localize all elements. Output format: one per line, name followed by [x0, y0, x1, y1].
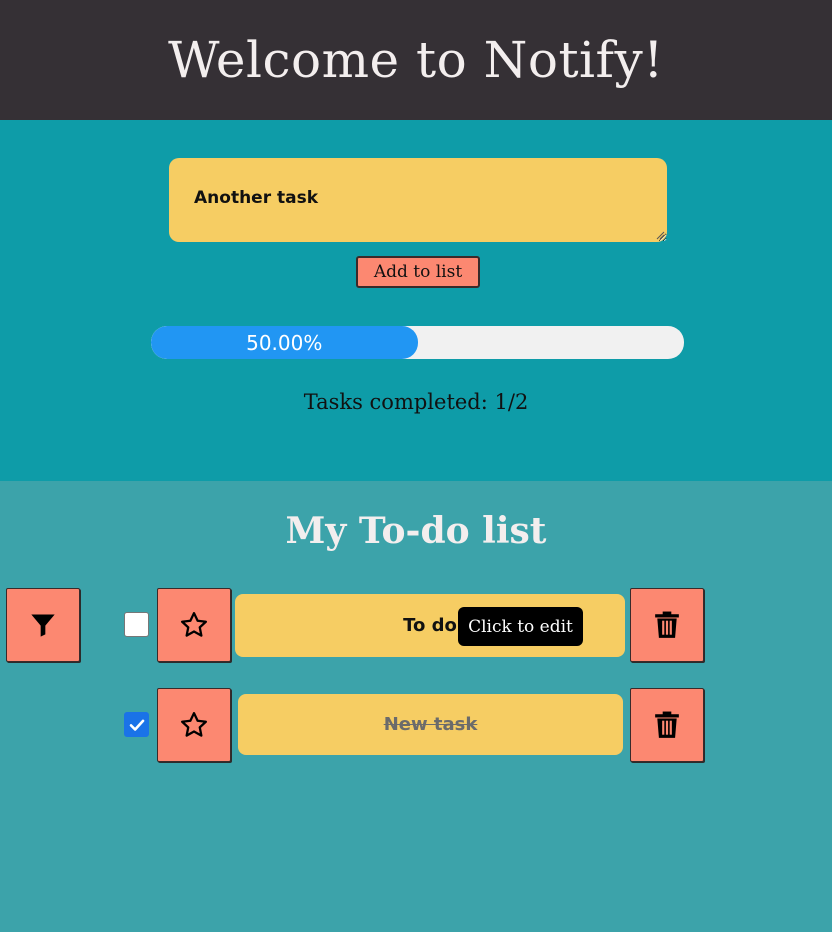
delete-button[interactable] [630, 588, 704, 662]
progress-fill: 50.00% [151, 326, 418, 359]
task-input[interactable] [169, 158, 667, 242]
star-button[interactable] [157, 688, 231, 762]
trash-icon [655, 711, 679, 738]
edit-tooltip: Click to edit [458, 607, 583, 646]
delete-button[interactable] [630, 688, 704, 762]
task-label[interactable]: New task [238, 694, 623, 755]
task-label-text: To do [403, 615, 457, 636]
progress-bar: 50.00% [151, 326, 684, 359]
star-button[interactable] [157, 588, 231, 662]
filter-button[interactable] [6, 588, 80, 662]
task-label-text: New task [383, 714, 478, 735]
app-header: Welcome to Notify! [0, 0, 832, 120]
trash-icon [655, 611, 679, 638]
star-icon [181, 612, 207, 637]
star-icon [181, 712, 207, 737]
filter-icon [31, 614, 55, 637]
tasks-completed-text: Tasks completed: 1/2 [303, 390, 529, 414]
task-checkbox[interactable] [124, 612, 149, 637]
task-checkbox[interactable] [124, 712, 149, 737]
add-to-list-button[interactable]: Add to list [356, 256, 480, 288]
composer-section: Add to list 50.00% Tasks completed: 1/2 [0, 120, 832, 481]
list-title: My To-do list [285, 510, 547, 552]
progress-label: 50.00% [246, 330, 323, 355]
page-title: Welcome to Notify! [168, 31, 664, 89]
checkmark-icon [129, 719, 144, 731]
